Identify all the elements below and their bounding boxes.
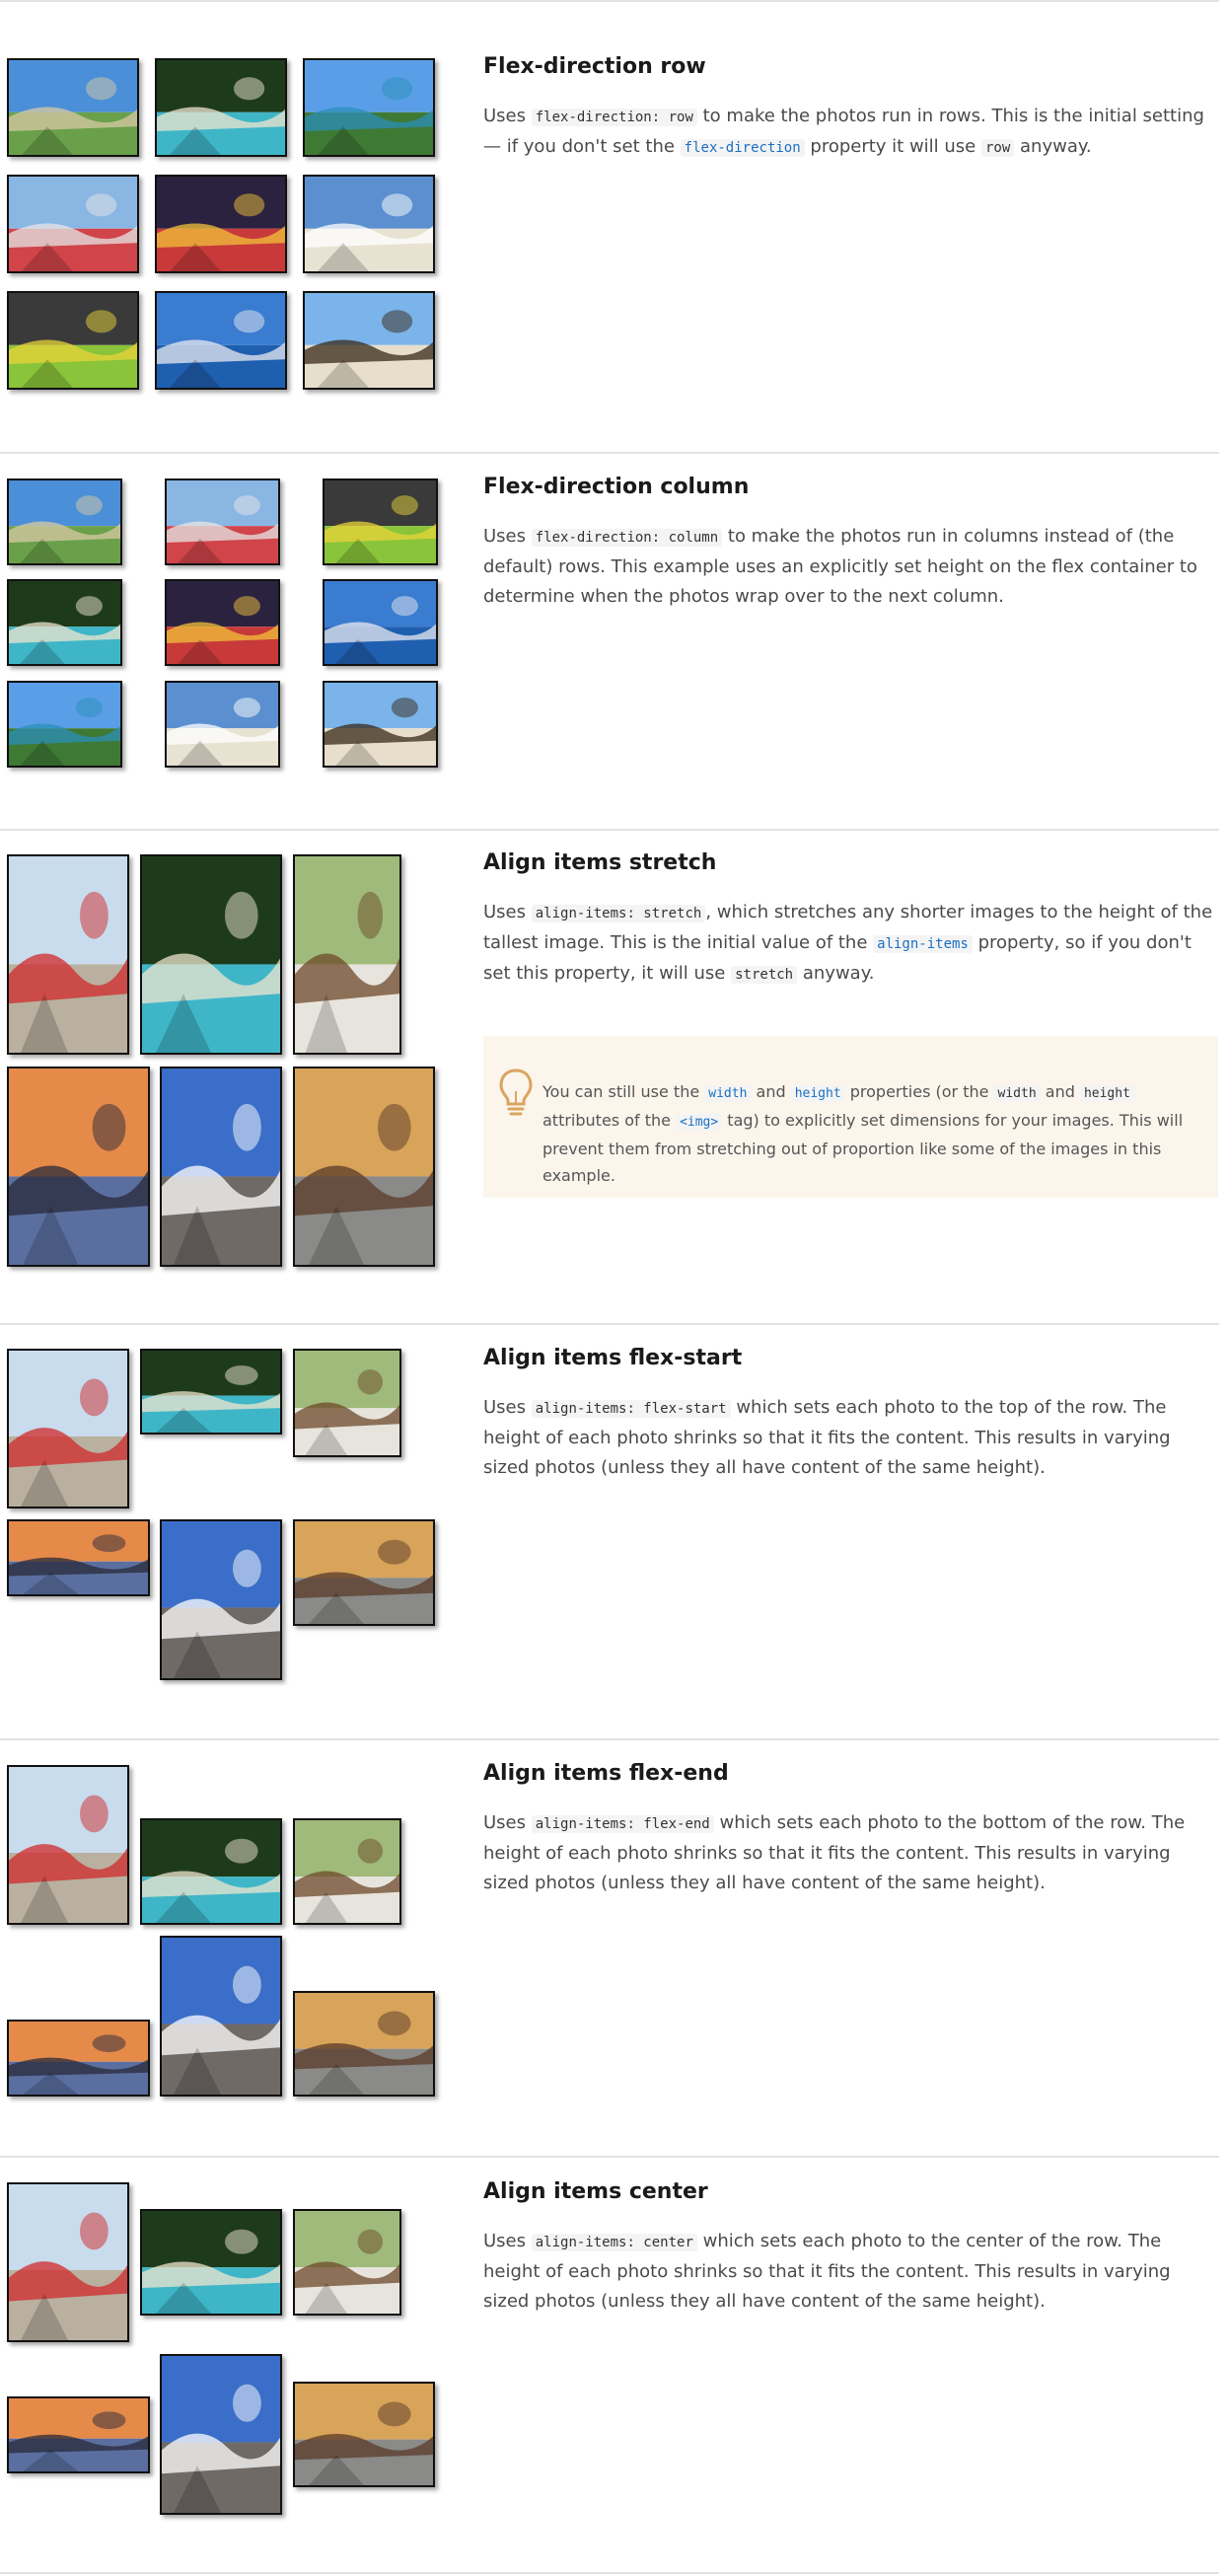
section-description: Uses align-items: stretch, which stretch…: [483, 902, 1213, 984]
photo: [293, 1818, 401, 1925]
photo: [7, 1519, 150, 1596]
photo: [140, 2209, 282, 2316]
photo: [160, 1936, 282, 2097]
section-title: Flex-direction column: [483, 475, 750, 499]
photo: [293, 854, 401, 1055]
photo: [7, 291, 139, 390]
tip-text: You can still use the width and height p…: [542, 1082, 1184, 1185]
photo: [165, 478, 280, 565]
section-divider: [0, 0, 1219, 2]
code-link[interactable]: align-items: [873, 935, 973, 953]
photo: [293, 1519, 435, 1626]
photo: [7, 854, 129, 1055]
photo: [7, 681, 122, 768]
section-title: Align items stretch: [483, 850, 717, 875]
photo: [293, 1067, 435, 1267]
section-divider: [0, 452, 1219, 454]
photo: [7, 2182, 129, 2342]
section-title: Align items flex-end: [483, 1761, 729, 1786]
inline-code: row: [980, 139, 1015, 157]
photo: [303, 175, 435, 273]
photo: [155, 175, 287, 273]
code-link[interactable]: height: [790, 1085, 845, 1102]
lightbulb-icon: [499, 1068, 533, 1116]
photo: [165, 579, 280, 666]
photo: [293, 2382, 435, 2487]
photo: [155, 291, 287, 390]
inline-code: align-items: stretch: [531, 905, 706, 922]
photo: [7, 2396, 150, 2473]
tip-callout: You can still use the width and height p…: [483, 1036, 1218, 1198]
code-link[interactable]: <img>: [676, 1114, 723, 1131]
photo: [7, 175, 139, 273]
photo: [160, 2354, 282, 2515]
inline-code: align-items: flex-start: [531, 1400, 731, 1418]
inline-code: align-items: center: [531, 2234, 697, 2251]
photo: [7, 1765, 129, 1925]
section-title: Flex-direction row: [483, 54, 706, 79]
section-description: Uses flex-direction: column to make the …: [483, 526, 1197, 607]
code-link[interactable]: width: [704, 1085, 752, 1102]
inline-code: width: [993, 1085, 1041, 1102]
photo: [293, 1991, 435, 2097]
photo: [323, 681, 438, 768]
code-link[interactable]: flex-direction: [680, 139, 805, 157]
inline-code: stretch: [731, 966, 798, 984]
photo: [303, 58, 435, 157]
section-description: Uses align-items: center which sets each…: [483, 2231, 1171, 2312]
photo: [7, 1067, 150, 1267]
section-divider: [0, 1323, 1219, 1325]
photo: [165, 681, 280, 768]
photo: [7, 1349, 129, 1509]
section-divider: [0, 2572, 1219, 2574]
section-description: Uses align-items: flex-start which sets …: [483, 1397, 1171, 1478]
photo: [160, 1519, 282, 1680]
photo: [7, 579, 122, 666]
section-divider: [0, 2156, 1219, 2158]
inline-code: height: [1079, 1085, 1134, 1102]
photo: [323, 478, 438, 565]
photo: [140, 1349, 282, 1435]
photo: [293, 2209, 401, 2316]
inline-code: align-items: flex-end: [531, 1815, 714, 1833]
photo: [7, 2020, 150, 2097]
photo: [140, 1818, 282, 1925]
photo: [155, 58, 287, 157]
photo: [323, 579, 438, 666]
photo: [140, 854, 282, 1055]
section-description: Uses flex-direction: row to make the pho…: [483, 106, 1204, 157]
section-description: Uses align-items: flex-end which sets ea…: [483, 1812, 1186, 1893]
inline-code: flex-direction: column: [531, 529, 723, 547]
section-divider: [0, 829, 1219, 831]
photo: [293, 1349, 401, 1457]
section-title: Align items center: [483, 2179, 708, 2204]
photo: [160, 1067, 282, 1267]
photo: [7, 478, 122, 565]
photo: [7, 58, 139, 157]
photo: [303, 291, 435, 390]
section-divider: [0, 1738, 1219, 1740]
section-title: Align items flex-start: [483, 1346, 743, 1370]
inline-code: flex-direction: row: [531, 109, 697, 126]
